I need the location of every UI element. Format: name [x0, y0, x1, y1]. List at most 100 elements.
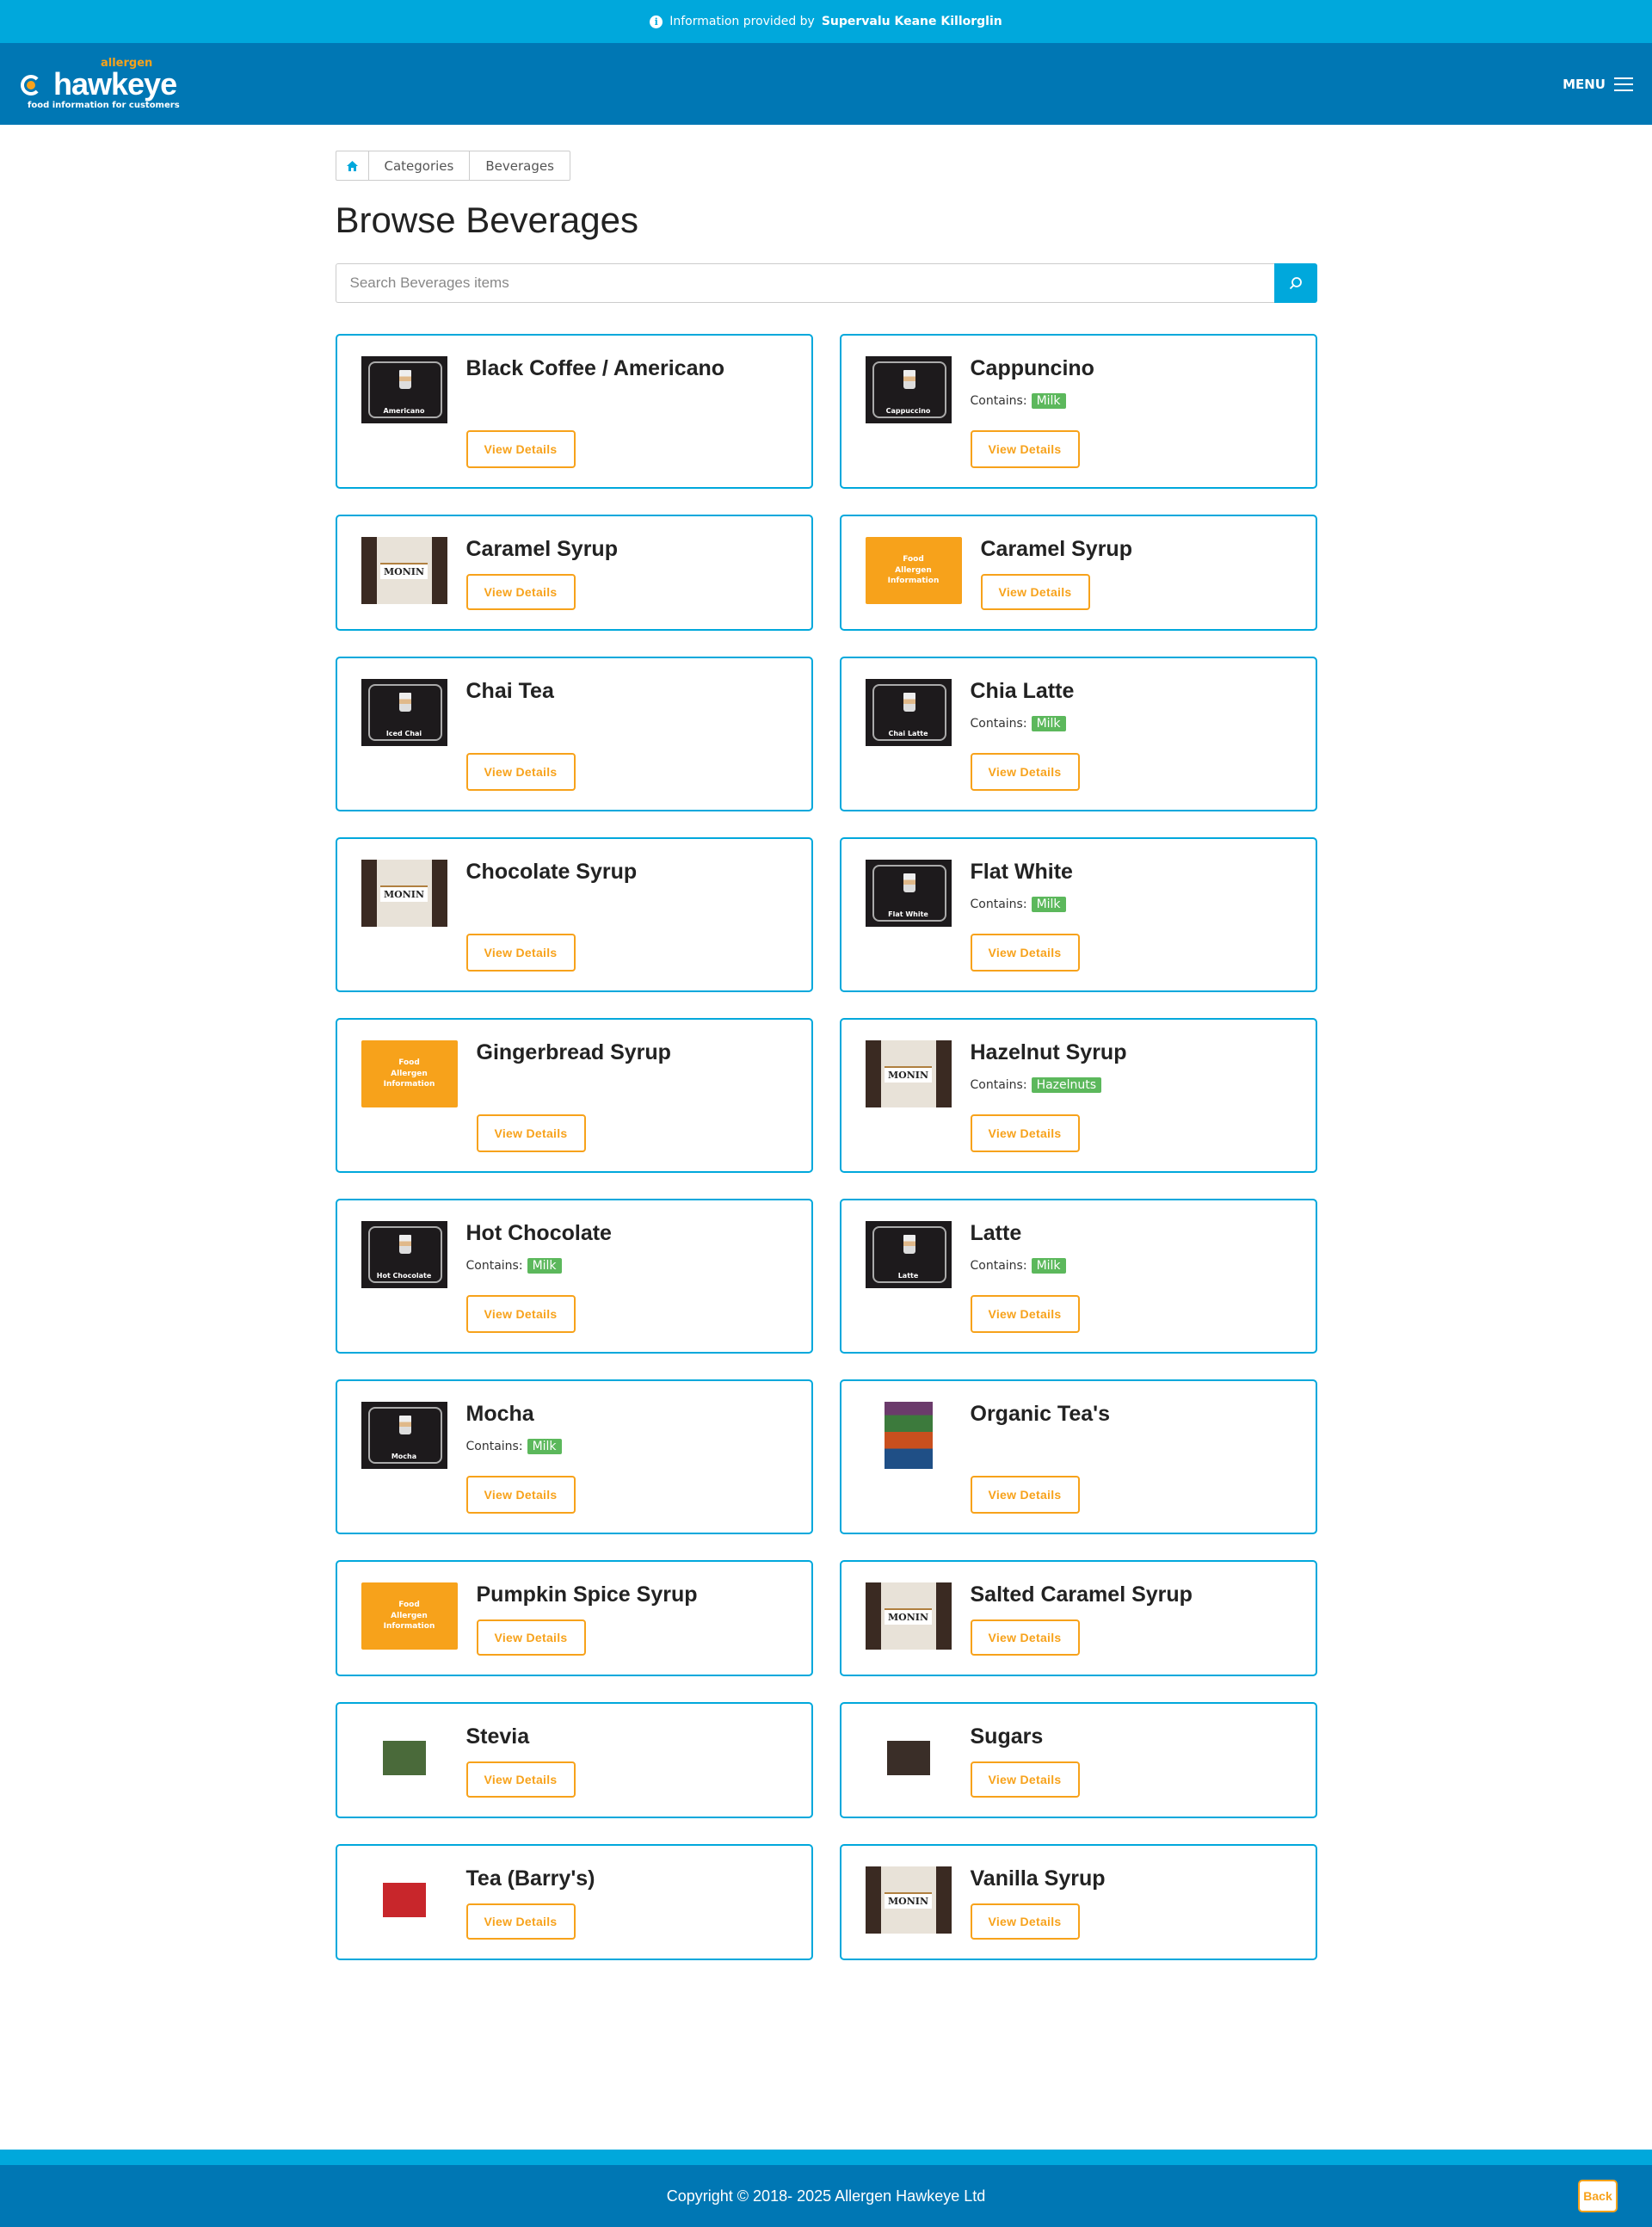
allergen-tag: Milk — [1031, 897, 1066, 912]
view-details-button[interactable]: View Details — [970, 1114, 1080, 1152]
product-image[interactable]: MONIN — [865, 1582, 952, 1650]
view-details-button[interactable]: View Details — [476, 1619, 586, 1656]
image-caption: Flat White — [888, 910, 928, 918]
product-image[interactable]: MONIN — [865, 1866, 952, 1934]
product-name: Gingerbread Syrup — [476, 1040, 671, 1064]
product-image[interactable]: Food Allergen Information — [865, 537, 962, 604]
search-button[interactable] — [1273, 263, 1317, 303]
product-image[interactable] — [866, 1402, 952, 1469]
product-card: MONIN Chocolate Syrup View Details — [335, 837, 813, 992]
product-image[interactable] — [361, 1866, 447, 1934]
product-card: Sugars View Details — [839, 1702, 1317, 1818]
placeholder-image-text: Food Allergen Information — [887, 555, 940, 586]
product-card: Cappuccino Cappuncino Contains: Milk View De… — [839, 334, 1317, 489]
product-name: Pumpkin Spice Syrup — [476, 1582, 698, 1607]
site-header: allergen hawkeye food information for cu… — [0, 43, 1652, 125]
image-caption: Latte — [897, 1272, 919, 1280]
product-image[interactable]: MONIN — [865, 1040, 952, 1107]
back-button[interactable]: Back — [1578, 2180, 1618, 2212]
product-name: Mocha — [465, 1402, 534, 1426]
view-details-button[interactable]: View Details — [980, 574, 1090, 610]
view-details-button[interactable]: View Details — [465, 574, 576, 610]
product-image[interactable]: MONIN — [361, 537, 447, 604]
breadcrumb-beverages[interactable]: Beverages — [470, 151, 570, 180]
product-name: Sugars — [970, 1724, 1044, 1749]
view-details-button[interactable]: View Details — [465, 753, 576, 791]
info-bar: i Information provided by Supervalu Kean… — [0, 0, 1652, 43]
product-image[interactable]: Cappuccino — [865, 356, 952, 423]
search-input[interactable] — [335, 263, 1274, 303]
product-image[interactable]: MONIN — [361, 860, 447, 927]
allergen-contains: Contains: Milk — [971, 716, 1080, 731]
logo-big-text: hawkeye — [53, 66, 177, 102]
allergen-tag: Milk — [1031, 716, 1066, 731]
view-details-button[interactable]: View Details — [465, 1761, 576, 1798]
view-details-button[interactable]: View Details — [465, 1903, 576, 1940]
allergen-contains: Contains: Milk — [971, 897, 1080, 912]
site-logo[interactable]: allergen hawkeye food information for cu… — [19, 58, 180, 110]
product-card: MONIN Salted Caramel Syrup View Details — [839, 1560, 1317, 1676]
product-name: Caramel Syrup — [980, 537, 1132, 561]
product-image[interactable]: Chai Latte — [865, 679, 952, 746]
product-card: Food Allergen Information Gingerbread Syrup… — [335, 1018, 813, 1173]
info-prefix: Information provided by — [669, 15, 815, 28]
product-image[interactable]: Flat White — [865, 860, 952, 927]
product-name: Stevia — [465, 1724, 530, 1749]
contains-label: Contains: — [970, 1259, 1027, 1273]
logo-tagline: food information for customers — [28, 101, 180, 110]
allergen-tag: Milk — [527, 1439, 562, 1454]
product-card: MONIN Vanilla Syrup View Details — [839, 1844, 1317, 1960]
breadcrumb: Categories Beverages — [335, 151, 570, 181]
product-card: Chai Latte Chia Latte Contains: Milk View De… — [839, 657, 1317, 811]
product-image[interactable]: Hot Chocolate — [361, 1221, 447, 1288]
search-icon — [1289, 277, 1302, 290]
placeholder-image-text: Food Allergen Information — [383, 1601, 435, 1632]
product-image[interactable]: Iced Chai — [361, 679, 447, 746]
info-icon: i — [650, 15, 663, 28]
product-image[interactable]: Food Allergen Information — [361, 1582, 458, 1650]
view-details-button[interactable]: View Details — [970, 1476, 1080, 1514]
allergen-contains: Contains: Milk — [971, 1258, 1080, 1274]
view-details-button[interactable]: View Details — [970, 753, 1080, 791]
allergen-tag: Milk — [527, 1258, 562, 1274]
product-card: MONIN Hazelnut Syrup Contains: Hazelnuts Vie… — [839, 1018, 1317, 1173]
product-name: Black Coffee / Americano — [465, 356, 725, 380]
allergen-tag: Milk — [1031, 1258, 1066, 1274]
product-card: Hot Chocolate Hot Chocolate Contains: Milk V… — [335, 1199, 813, 1354]
product-image[interactable]: Food Allergen Information — [361, 1040, 458, 1107]
product-name: Hot Chocolate — [465, 1221, 612, 1245]
placeholder-image-text: Food Allergen Information — [383, 1058, 435, 1089]
product-card: Flat White Flat White Contains: Milk View De… — [839, 837, 1317, 992]
menu-button[interactable]: MENU — [1563, 77, 1633, 92]
breadcrumb-home[interactable] — [336, 151, 369, 180]
eye-logo-icon — [19, 70, 48, 99]
product-image[interactable] — [866, 1724, 952, 1792]
hamburger-icon — [1614, 77, 1633, 91]
view-details-button[interactable]: View Details — [970, 1619, 1080, 1656]
product-image[interactable]: Mocha — [361, 1402, 447, 1469]
image-caption: Americano — [383, 407, 425, 415]
view-details-button[interactable]: View Details — [465, 430, 576, 468]
product-name: Hazelnut Syrup — [970, 1040, 1127, 1064]
bottle-label: MONIN — [884, 1065, 932, 1083]
view-details-button[interactable]: View Details — [970, 1761, 1080, 1798]
home-icon — [346, 160, 358, 171]
product-image[interactable] — [361, 1724, 447, 1792]
product-card: Organic Tea's View Details — [839, 1379, 1317, 1534]
view-details-button[interactable]: View Details — [970, 1295, 1080, 1333]
site-footer: Copyright © 2018- 2025 Allergen Hawkeye … — [0, 2150, 1652, 2227]
view-details-button[interactable]: View Details — [465, 1476, 576, 1514]
view-details-button[interactable]: View Details — [970, 934, 1080, 972]
view-details-button[interactable]: View Details — [465, 934, 576, 972]
view-details-button[interactable]: View Details — [465, 1295, 576, 1333]
product-image[interactable]: Latte — [865, 1221, 952, 1288]
view-details-button[interactable]: View Details — [970, 1903, 1080, 1940]
breadcrumb-categories[interactable]: Categories — [369, 151, 471, 180]
product-image[interactable]: Americano — [361, 356, 447, 423]
image-caption: Cappuccino — [885, 407, 931, 415]
contains-label: Contains: — [970, 717, 1027, 731]
view-details-button[interactable]: View Details — [476, 1114, 586, 1152]
view-details-button[interactable]: View Details — [970, 430, 1080, 468]
product-name: Chia Latte — [970, 679, 1075, 703]
main-content: Categories Beverages Browse Beverages Am… — [335, 125, 1317, 1960]
